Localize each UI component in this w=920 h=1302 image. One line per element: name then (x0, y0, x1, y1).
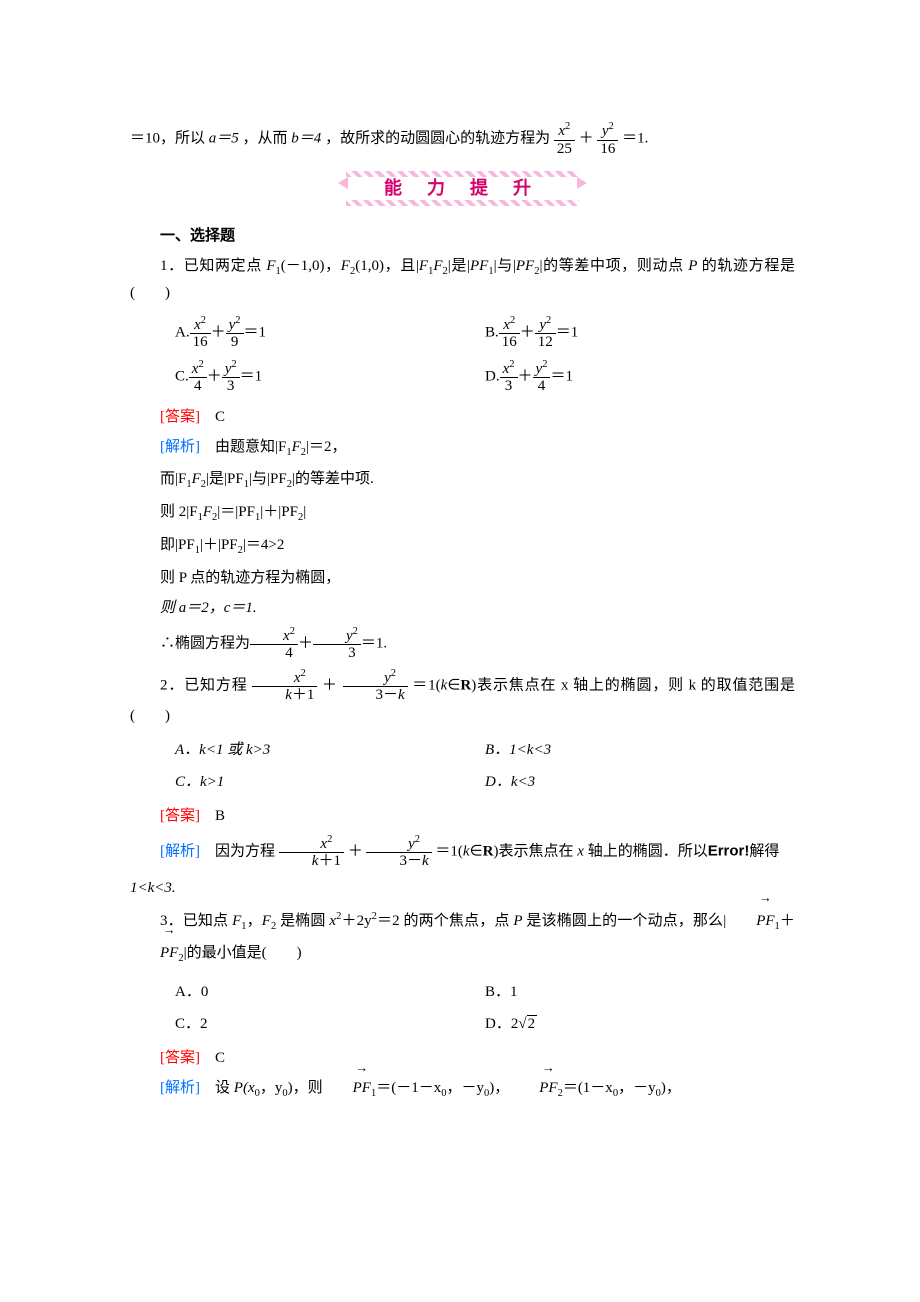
q3-analysis: [解析] 设 P(x0，y0)，则→PF1＝(－1－x0，－y0)，→PF2＝(… (130, 1076, 795, 1103)
q3-option-c: C．2 (175, 1012, 485, 1036)
q2-option-c: C．k>1 (175, 770, 485, 794)
eq-a: a＝5 (209, 130, 239, 146)
fraction: y216 (597, 121, 618, 157)
q1-analysis-4: 即|PF1|＋|PF2|＝4>2 (130, 533, 795, 560)
vector-pf2-2: →PF (509, 1076, 557, 1100)
section-banner: 能 力 提 升 (130, 171, 795, 206)
q1-analysis-3: 则 2|F1F2|＝|PF1|＋|PF2| (130, 500, 795, 527)
text: ，故所求的动圆圆心的轨迹方程为 (325, 130, 550, 146)
q1-option-c: C.x24＋y23＝1 (175, 359, 485, 395)
q1-option-a: A.x216＋y29＝1 (175, 315, 485, 351)
q1-option-d: D.x23＋y24＝1 (485, 359, 795, 395)
text: ＝10，所以 (130, 130, 209, 146)
vector-pf2: →PF (130, 938, 178, 970)
error-text: Error! (708, 842, 750, 859)
vector-pf1-2: →PF (323, 1076, 371, 1100)
q3-stem: 3．已知点 F1，F2 是椭圆 x2＋2y2＝2 的两个焦点，点 P 是该椭圆上… (130, 906, 795, 970)
q1-analysis-7: ∴椭圆方程为x24＋y23＝1. (130, 626, 795, 662)
vector-pf1: →PF (726, 906, 774, 938)
eq-one: ＝1. (622, 130, 648, 146)
q1-analysis-2: 而|F1F2|是|PF1|与|PF2|的等差中项. (130, 467, 795, 494)
q3-options: A．0 B．1 C．2 D．2√2 (175, 976, 795, 1040)
eq-b: b＝4 (291, 130, 321, 146)
continuation-paragraph: ＝10，所以 a＝5 ，从而 b＝4 ，故所求的动圆圆心的轨迹方程为 x225 … (130, 121, 795, 157)
q2-answer: [答案] B (130, 804, 795, 828)
q1-analysis-5: 则 P 点的轨迹方程为椭圆， (130, 566, 795, 590)
fraction: x225 (554, 121, 575, 157)
text: ，从而 (243, 130, 292, 146)
q2-stem: 2．已知方程 x2k＋1 ＋ y23－k ＝1(k∈R)表示焦点在 x 轴上的椭… (130, 668, 795, 728)
q3-option-b: B．1 (485, 980, 795, 1004)
q1-options: A.x216＋y29＝1 B.x216＋y212＝1 C.x24＋y23＝1 D… (175, 311, 795, 399)
section-heading: 一、选择题 (130, 224, 795, 248)
q2-option-b: B．1<k<3 (485, 738, 795, 762)
q1-option-b: B.x216＋y212＝1 (485, 315, 795, 351)
q2-analysis: [解析] 因为方程 x2k＋1 ＋ y23－k ＝1(k∈R)表示焦点在 x 轴… (130, 834, 795, 870)
q2-option-a: A．k<1 或 k>3 (175, 738, 485, 762)
q1-analysis-6: 则 a＝2，c＝1. (130, 596, 795, 620)
q3-answer: [答案] C (130, 1046, 795, 1070)
q3-option-d: D．2√2 (485, 1012, 795, 1036)
q2-analysis-end: 1<k<3. (130, 876, 795, 900)
q1-analysis-1: [解析] 由题意知|F1F2|＝2， (130, 435, 795, 462)
q1-stem: 1．已知两定点 F1(－1,0)，F2(1,0)，且|F1F2|是|PF1|与|… (130, 254, 795, 305)
q3-option-a: A．0 (175, 980, 485, 1004)
q2-options: A．k<1 或 k>3 B．1<k<3 C．k>1 D．k<3 (175, 734, 795, 798)
q1-answer: [答案] C (130, 405, 795, 429)
plus: ＋ (579, 130, 594, 146)
q2-option-d: D．k<3 (485, 770, 795, 794)
banner-text: 能 力 提 升 (384, 178, 541, 198)
